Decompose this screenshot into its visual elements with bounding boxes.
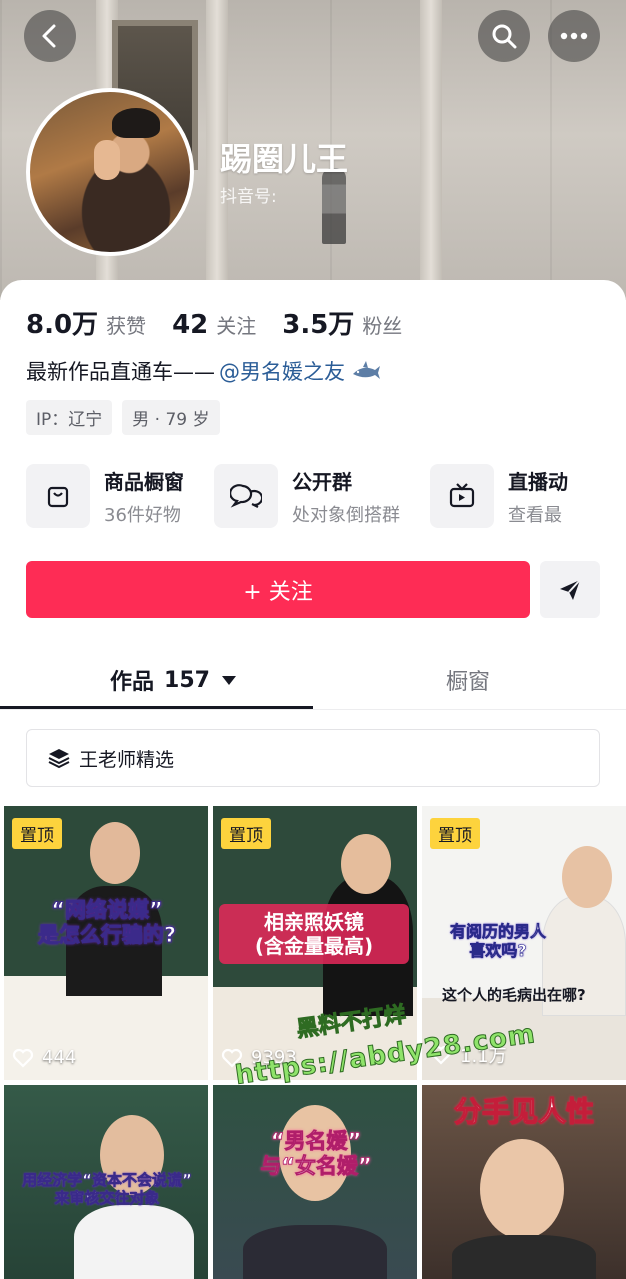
layers-icon: [48, 749, 70, 769]
shortcut-title: 公开群: [292, 469, 352, 494]
headline-line: 相亲照妖镜: [264, 910, 364, 934]
shortcut-live[interactable]: 直播动 查看最: [430, 464, 568, 528]
headline-line: 有阅历的男人: [449, 922, 547, 942]
headline-line: 来审核交往对象: [54, 1189, 160, 1208]
back-button[interactable]: [24, 10, 76, 62]
headline-line: 喜欢吗?: [469, 941, 527, 961]
video-thumbnail[interactable]: “男名媛” 与“女名媛”: [213, 1085, 417, 1279]
caret-down-icon: [221, 675, 236, 685]
thumbnail-person-head: [90, 822, 140, 884]
stat-followers[interactable]: 3.5万 粉丝: [282, 304, 402, 341]
stat-label: 获赞: [106, 314, 147, 338]
stats-row: 8.0万 获赞 42 关注 3.5万 粉丝: [26, 304, 428, 341]
shortcut-shop-window[interactable]: 商品橱窗 36件好物: [26, 464, 184, 528]
pinned-badge: 置顶: [430, 818, 480, 849]
profile-tags: IP：辽宁 男 · 79 岁: [26, 400, 230, 435]
thumbnail-headline: “男名媛” 与“女名媛”: [223, 1129, 409, 1179]
headline-line: “男名媛”: [270, 1129, 362, 1154]
collection-label: 王老师精选: [79, 748, 175, 771]
thumbnail-person-head: [480, 1139, 564, 1239]
shortcut-public-group[interactable]: 公开群 处对象倒搭群: [214, 464, 400, 528]
headline-line: 是怎么行骗的?: [37, 923, 177, 948]
follow-button[interactable]: + 关注: [26, 561, 530, 618]
cover-pillar: [420, 0, 442, 300]
tv-icon: [430, 464, 494, 528]
profile-bio: 最新作品直通车—— @男名媛之友: [26, 356, 381, 386]
thumbnail-headline: 用经济学“资本不会说谎” 来审核交往对象: [12, 1171, 202, 1208]
heart-icon: [12, 1048, 34, 1068]
like-count: 444: [12, 1047, 76, 1068]
headline-line: 用经济学“资本不会说谎”: [22, 1171, 192, 1190]
collection-button[interactable]: 王老师精选: [26, 729, 600, 787]
profile-sheet: 8.0万 获赞 42 关注 3.5万 粉丝 最新作品直通车—— @男名媛之友 I…: [0, 280, 626, 1279]
pinned-badge: 置顶: [221, 818, 271, 849]
stat-likes[interactable]: 8.0万 获赞: [26, 304, 146, 341]
thumbnail-person: [452, 1235, 596, 1279]
avatar-hair: [112, 108, 160, 138]
content-tabs: 作品 157 橱窗: [0, 650, 626, 710]
stat-label: 粉丝: [362, 314, 403, 338]
video-thumbnail[interactable]: 用经济学“资本不会说谎” 来审核交往对象: [4, 1085, 208, 1279]
shortcut-subtitle: 36件好物: [104, 504, 181, 526]
thumbnail-person: [74, 1205, 194, 1279]
avatar-hand: [94, 140, 120, 180]
thumbnail-person: [243, 1225, 387, 1279]
send-message-button[interactable]: [540, 561, 600, 618]
headline-line: 分手见人性: [453, 1094, 594, 1128]
thumbnail-headline: “网络说媒” 是怎么行骗的?: [14, 897, 200, 948]
shortcut-subtitle: 处对象倒搭群: [292, 504, 400, 526]
profile-nickname: 踢圈儿王: [220, 140, 349, 178]
thumbnail-person-head: [562, 846, 612, 908]
tab-shop-window[interactable]: 橱窗: [446, 664, 490, 696]
chevron-left-icon: [42, 24, 56, 48]
tab-works-count: 157: [164, 667, 210, 693]
bio-text: 最新作品直通车——: [26, 360, 215, 384]
headline-line: “网络说媒”: [51, 897, 164, 922]
tab-works-label: 作品: [110, 670, 155, 695]
search-button[interactable]: [478, 10, 530, 62]
video-thumbnail[interactable]: 置顶 “网络说媒” 是怎么行骗的? 444: [4, 806, 208, 1080]
paper-plane-icon: [560, 578, 581, 600]
search-icon: [492, 24, 517, 49]
shortcut-subtitle: 查看最: [508, 504, 562, 526]
shark-emoji-icon: [353, 361, 380, 379]
thumbnail-headline: 分手见人性: [428, 1094, 620, 1129]
stat-value: 3.5万: [282, 310, 355, 340]
thumbnail-headline: 有阅历的男人 喜欢吗?: [428, 922, 568, 961]
stat-label: 关注: [216, 314, 257, 338]
tab-works[interactable]: 作品 157: [110, 664, 236, 696]
shortcut-row: 商品橱窗 36件好物 公开群 处对象倒搭群 直播动 查看最: [26, 464, 626, 528]
pinned-badge: 置顶: [12, 818, 62, 849]
headline-line: (含金量最高): [254, 934, 374, 958]
shortcut-title: 商品橱窗: [104, 469, 184, 494]
more-dots-icon: [560, 32, 588, 40]
avatar[interactable]: [26, 88, 194, 256]
active-tab-indicator: [0, 706, 313, 709]
more-button[interactable]: [548, 10, 600, 62]
douyin-id[interactable]: 抖音号:: [220, 182, 277, 207]
like-count-value: 444: [42, 1047, 77, 1068]
stat-value: 8.0万: [26, 310, 99, 340]
thumbnail-person-head: [341, 834, 391, 894]
stat-following[interactable]: 42 关注: [172, 310, 256, 340]
shortcut-title: 直播动: [508, 469, 568, 494]
video-thumbnail[interactable]: 分手见人性: [422, 1085, 626, 1279]
thumbnail-subtitle: 这个人的毛病出在哪?: [442, 986, 586, 1004]
bio-mention-link[interactable]: @男名媛之友: [219, 356, 345, 386]
stat-value: 42: [172, 310, 209, 340]
thumbnail-headline: 相亲照妖镜 (含金量最高): [219, 904, 409, 964]
bag-icon: [26, 464, 90, 528]
chat-bubbles-icon: [214, 464, 278, 528]
headline-line: 与“女名媛”: [260, 1154, 372, 1179]
tag-gender-age: 男 · 79 岁: [122, 400, 220, 435]
tag-ip: IP：辽宁: [26, 400, 113, 435]
